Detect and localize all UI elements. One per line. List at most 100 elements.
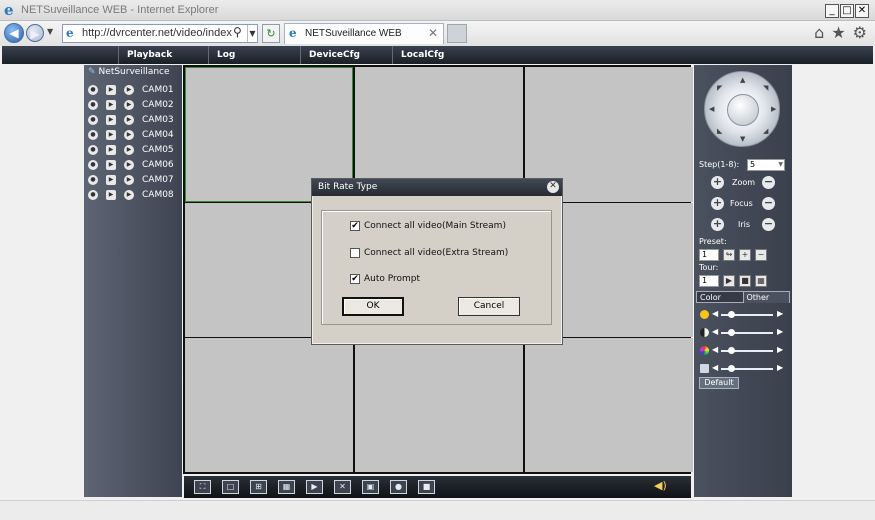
stream-icon[interactable]: ▶ (124, 129, 134, 140)
stream-icon[interactable]: ▶ (124, 159, 134, 170)
forward-button[interactable]: ▶ (26, 24, 44, 42)
extra-stream-checkbox[interactable] (350, 248, 360, 258)
play-icon[interactable]: ▶ (106, 174, 116, 185)
volume-icon[interactable]: ◀) (654, 479, 667, 492)
contrast-slider[interactable]: ◀ ▶ (699, 327, 787, 339)
tab-other[interactable]: Other (743, 291, 790, 303)
increase-arrow-icon[interactable]: ▶ (777, 327, 783, 336)
play-icon[interactable]: ▶ (106, 99, 116, 110)
camera-row-cam04[interactable]: ● ▶ ▶ CAM04 (88, 127, 174, 142)
decrease-arrow-icon[interactable]: ◀ (712, 327, 718, 336)
minimize-button[interactable]: _ (825, 4, 839, 18)
stream-icon[interactable]: ▶ (124, 174, 134, 185)
record-icon[interactable]: ● (88, 144, 98, 155)
zoom-out-button[interactable]: − (762, 176, 775, 189)
history-dropdown-icon[interactable]: ▼ (47, 27, 53, 36)
menu-playback[interactable]: Playback (118, 46, 214, 64)
layout-1-icon[interactable]: □ (222, 480, 239, 494)
play-icon[interactable]: ▶ (106, 189, 116, 200)
ptz-right-icon[interactable]: ▶ (771, 105, 776, 113)
layout-9-icon[interactable]: ▦ (278, 480, 295, 494)
record-icon[interactable]: ● (88, 114, 98, 125)
fullscreen-icon[interactable]: ⛶ (194, 480, 211, 494)
option-main-stream[interactable]: ✔ Connect all video(Main Stream) (350, 221, 506, 231)
ok-button[interactable]: OK (342, 297, 404, 316)
stream-icon[interactable]: ▶ (124, 99, 134, 110)
ptz-downleft-icon[interactable]: ◣ (717, 127, 722, 135)
camera-row-cam02[interactable]: ● ▶ ▶ CAM02 (88, 97, 174, 112)
camera-row-cam05[interactable]: ● ▶ ▶ CAM05 (88, 142, 174, 157)
menu-log[interactable]: Log (208, 46, 300, 64)
option-auto-prompt[interactable]: ✔ Auto Prompt (350, 274, 420, 284)
increase-arrow-icon[interactable]: ▶ (777, 363, 783, 372)
camera-row-cam08[interactable]: ● ▶ ▶ CAM08 (88, 187, 174, 202)
brightness-slider[interactable]: ◀ ▶ (699, 309, 787, 321)
decrease-arrow-icon[interactable]: ◀ (712, 345, 718, 354)
decrease-arrow-icon[interactable]: ◀ (712, 363, 718, 372)
preset-goto-button[interactable]: ↬ (723, 249, 735, 261)
ptz-direction-pad[interactable]: ▲ ▼ ◀ ▶ ◤ ◥ ◣ ◢ (704, 71, 780, 147)
record-icon[interactable]: ● (88, 129, 98, 140)
play-icon[interactable]: ▶ (106, 129, 116, 140)
tab-close-icon[interactable]: ✕ (428, 26, 438, 40)
ptz-center-button[interactable] (727, 94, 759, 126)
record-icon[interactable]: ● (88, 99, 98, 110)
main-stream-checkbox[interactable]: ✔ (350, 221, 360, 231)
play-icon[interactable]: ▶ (106, 144, 116, 155)
record-start-icon[interactable]: ● (390, 480, 407, 494)
decrease-arrow-icon[interactable]: ◀ (712, 309, 718, 318)
video-cell-7[interactable] (185, 338, 353, 472)
cancel-button[interactable]: Cancel (458, 297, 520, 316)
device-tree-header[interactable]: ✎ NetSurveillance (88, 67, 170, 77)
favorites-star-icon[interactable]: ★ (831, 23, 845, 42)
slider-knob[interactable] (728, 365, 735, 372)
focus-out-button[interactable]: − (762, 197, 775, 210)
tour-play-button[interactable]: ▶ (723, 275, 735, 287)
preset-remove-button[interactable]: − (755, 249, 767, 261)
back-button[interactable]: ◀ (4, 23, 24, 43)
hue-slider[interactable]: ◀ ▶ (699, 363, 787, 375)
ptz-downright-icon[interactable]: ◢ (763, 127, 768, 135)
stream-icon[interactable]: ▶ (124, 84, 134, 95)
ptz-up-icon[interactable]: ▲ (740, 76, 745, 84)
tab-netsuveillance[interactable]: e NETSuveillance WEB ✕ (284, 23, 444, 44)
close-button[interactable]: ✕ (855, 4, 869, 18)
snapshot-icon[interactable]: ▣ (362, 480, 379, 494)
stream-icon[interactable]: ▶ (124, 144, 134, 155)
close-all-video-icon[interactable]: ✕ (334, 480, 351, 494)
tour-grid-button[interactable]: ▦ (755, 275, 767, 287)
tour-stop-button[interactable]: ■ (739, 275, 751, 287)
video-cell-8[interactable] (355, 338, 523, 472)
search-icon[interactable]: ⚲ (233, 25, 242, 39)
video-cell-9[interactable] (525, 338, 693, 472)
camera-row-cam07[interactable]: ● ▶ ▶ CAM07 (88, 172, 174, 187)
record-icon[interactable]: ● (88, 159, 98, 170)
auto-prompt-checkbox[interactable]: ✔ (350, 274, 360, 284)
option-extra-stream[interactable]: Connect all video(Extra Stream) (350, 248, 508, 258)
play-icon[interactable]: ▶ (106, 84, 116, 95)
url-dropdown-icon[interactable]: ▼ (247, 25, 257, 42)
step-select[interactable]: 5 ▼ (747, 159, 785, 171)
focus-in-button[interactable]: + (711, 197, 724, 210)
maximize-button[interactable]: □ (840, 4, 854, 18)
menu-localcfg[interactable]: LocalCfg (392, 46, 484, 64)
ptz-upright-icon[interactable]: ◥ (763, 84, 768, 92)
slider-knob[interactable] (728, 311, 735, 318)
camera-row-cam01[interactable]: ● ▶ ▶ CAM01 (88, 82, 174, 97)
increase-arrow-icon[interactable]: ▶ (777, 309, 783, 318)
ptz-upleft-icon[interactable]: ◤ (717, 84, 722, 92)
tour-input[interactable]: 1 (699, 275, 719, 287)
stream-icon[interactable]: ▶ (124, 114, 134, 125)
slider-knob[interactable] (728, 329, 735, 336)
tab-color[interactable]: Color (696, 291, 744, 303)
record-icon[interactable]: ● (88, 174, 98, 185)
default-button[interactable]: Default (699, 377, 739, 389)
menu-devicecfg[interactable]: DeviceCfg (300, 46, 392, 64)
preset-input[interactable]: 1 (699, 249, 719, 261)
saturation-slider[interactable]: ◀ ▶ (699, 345, 787, 357)
camera-row-cam03[interactable]: ● ▶ ▶ CAM03 (88, 112, 174, 127)
preset-add-button[interactable]: + (739, 249, 751, 261)
zoom-in-button[interactable]: + (711, 176, 724, 189)
refresh-button[interactable]: ↻ (262, 24, 280, 43)
camera-row-cam06[interactable]: ● ▶ ▶ CAM06 (88, 157, 174, 172)
